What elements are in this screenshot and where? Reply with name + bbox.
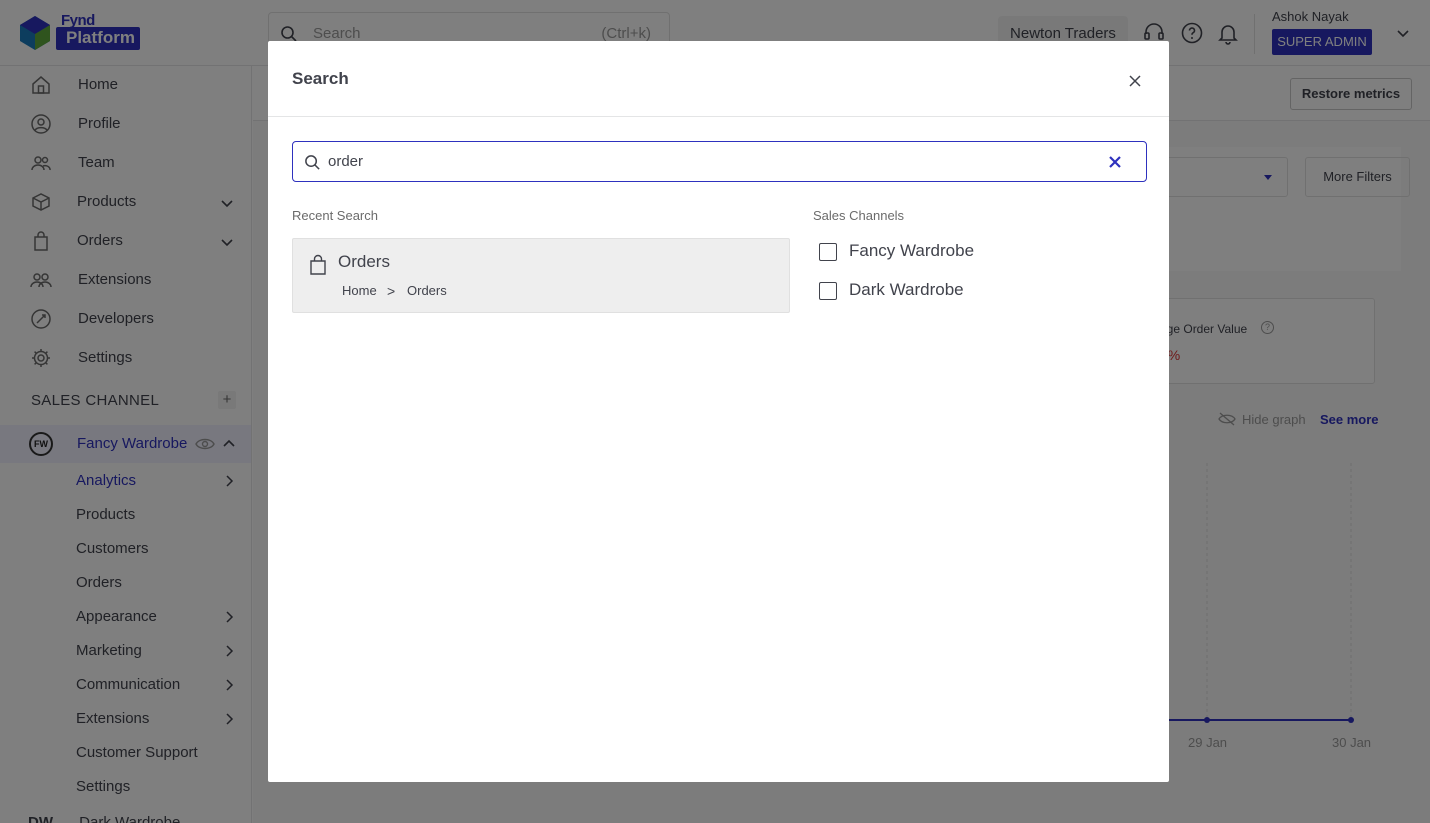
search-icon	[305, 155, 320, 170]
channel-checkbox[interactable]	[819, 243, 837, 261]
search-input[interactable]	[328, 143, 1088, 180]
breadcrumb-home: Home	[342, 283, 377, 298]
channel-checkbox[interactable]	[819, 282, 837, 300]
clear-search-icon[interactable]	[1107, 154, 1123, 170]
close-icon[interactable]	[1126, 72, 1144, 90]
modal-divider	[268, 116, 1169, 117]
modal-title: Search	[292, 69, 349, 88]
channel-option-label: Dark Wardrobe	[849, 280, 964, 299]
sales-channels-label: Sales Channels	[813, 208, 905, 223]
breadcrumb-page: Orders	[407, 283, 447, 298]
modal-search-field[interactable]	[292, 141, 1147, 182]
bag-icon	[310, 254, 326, 275]
result-title: Orders	[338, 252, 390, 271]
channel-option-label: Fancy Wardrobe	[849, 241, 975, 260]
breadcrumb-separator: >	[387, 283, 396, 299]
recent-search-label: Recent Search	[292, 208, 378, 223]
search-modal: Search Recent Search Orders Home > Order…	[268, 41, 1169, 782]
recent-search-result[interactable]: Orders Home > Orders	[292, 238, 790, 313]
